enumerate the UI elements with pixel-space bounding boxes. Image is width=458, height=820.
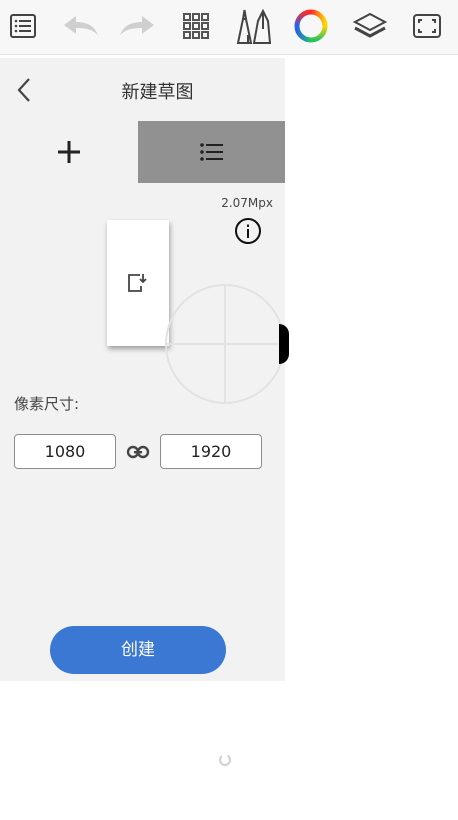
new-sketch-panel: 新建草图 2.07Mpx 像素尺寸: 1080 1920 创建 [0,58,289,681]
fullscreen-icon [413,14,441,38]
chevron-left-icon [17,78,30,102]
layers-button[interactable] [350,6,390,46]
width-input[interactable] [14,434,116,469]
info-icon [235,218,261,244]
link-icon [126,445,150,459]
layers-icon [353,12,387,38]
aspect-lock-button[interactable] [124,440,152,464]
menu-list-icon [10,14,36,38]
brush-tools-icon [236,8,272,44]
page-title: 新建草图 [121,82,194,103]
tab-custom-size[interactable] [0,121,138,183]
undo-button[interactable] [60,6,100,46]
list-icon [199,143,223,161]
info-button[interactable] [234,217,262,245]
loading-spinner-icon [219,754,231,766]
grid-icon [183,13,209,39]
back-button[interactable] [8,74,40,106]
fullscreen-button[interactable] [407,6,447,46]
pan-joystick[interactable] [164,283,286,405]
plus-icon [58,141,80,163]
redo-button[interactable] [118,6,158,46]
brush-tools-button[interactable] [232,6,272,46]
grid-button[interactable] [176,6,216,46]
color-picker-button[interactable] [291,6,331,46]
height-input[interactable] [160,434,262,469]
menu-list-button[interactable] [3,6,43,46]
redo-icon [120,16,154,35]
canvas-preview [107,220,169,346]
megapixel-readout: 2.07Mpx [221,196,273,210]
top-toolbar [0,0,458,55]
rotate-orientation-icon[interactable] [126,272,150,294]
create-button[interactable]: 创建 [50,626,226,674]
color-wheel-icon [294,9,328,43]
pixel-size-label: 像素尺寸: [14,395,80,413]
undo-icon [64,16,98,35]
joystick-edge-handle[interactable] [279,324,289,364]
tab-presets-list[interactable] [138,121,285,183]
